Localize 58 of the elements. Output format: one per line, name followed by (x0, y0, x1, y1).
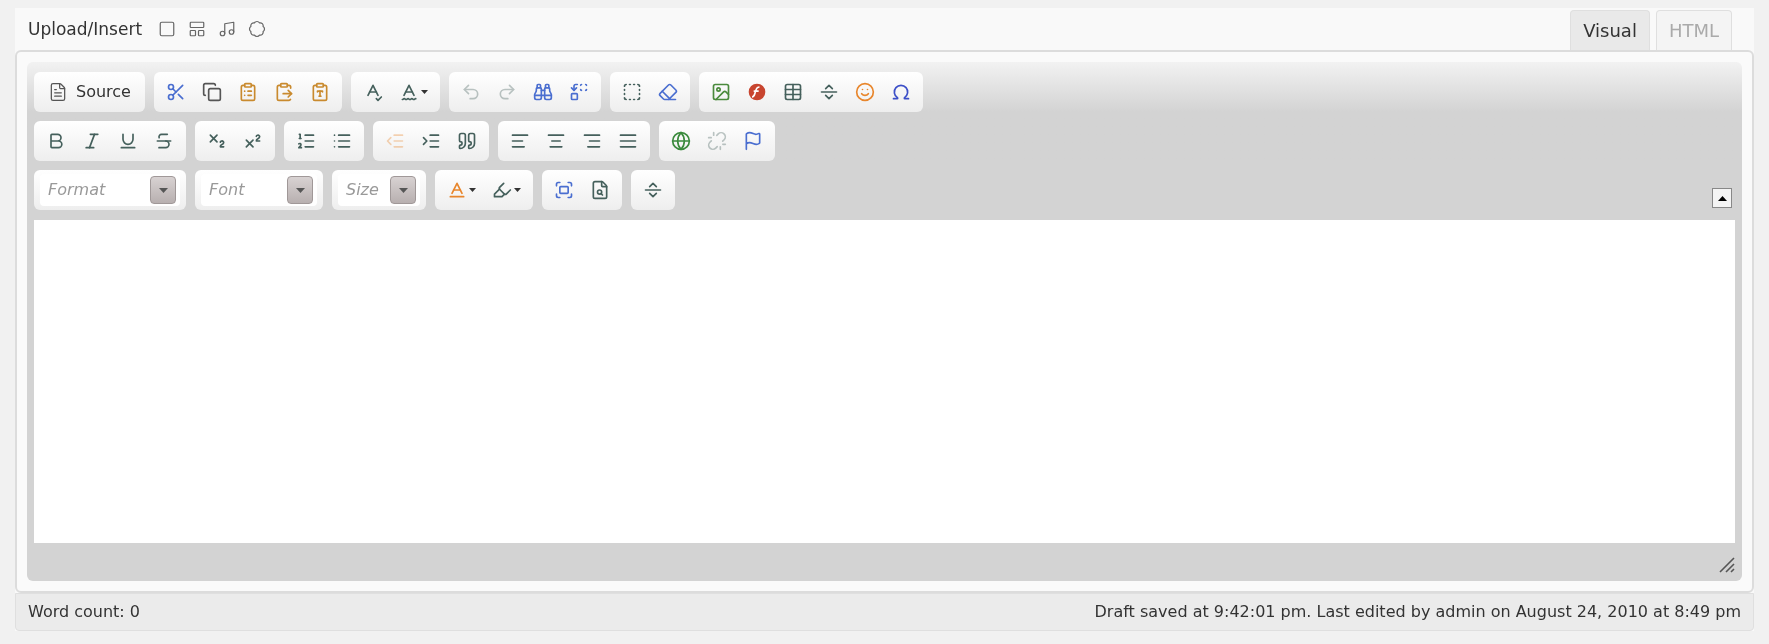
flash-icon (746, 82, 767, 102)
unlink-icon (707, 131, 727, 151)
binoculars-icon (532, 82, 553, 102)
text-color-icon (447, 180, 467, 200)
dropdown-placeholder: Format (48, 179, 106, 201)
collapse-button[interactable] (1712, 188, 1732, 208)
underline-icon (118, 131, 138, 151)
table-icon (782, 82, 803, 102)
replace-icon (568, 82, 589, 102)
subscript-icon (207, 131, 227, 151)
align-center-icon (546, 131, 566, 151)
scissors-icon (165, 82, 186, 102)
outdent-icon (385, 131, 405, 151)
editor-tab[interactable]: HTML (1655, 10, 1732, 50)
numbered-list-icon (296, 131, 316, 151)
source-button[interactable]: Source (40, 76, 139, 108)
editor-tab[interactable]: Visual (1570, 10, 1650, 50)
music-icon (218, 20, 237, 39)
copy-icon (201, 82, 222, 102)
caret-icon (420, 90, 428, 94)
eraser-icon (657, 82, 678, 102)
strikethrough-icon (154, 131, 174, 151)
align-left-icon (510, 131, 530, 151)
dropdown-field[interactable]: Size (338, 174, 420, 206)
draft-status: Draft saved at 9:42:01 pm. Last edited by admin on August 24, 2010 at 8:49 pm (1094, 601, 1741, 623)
align-right-icon (582, 131, 602, 151)
caret-icon (295, 187, 305, 193)
highlight-icon (492, 180, 512, 200)
dropdown-placeholder: Font (209, 179, 245, 201)
maximize-icon (554, 180, 574, 200)
caret-icon (1717, 195, 1727, 201)
omega-icon (890, 82, 911, 102)
media-button[interactable] (218, 20, 237, 39)
caret-icon (514, 188, 521, 192)
align-justify-icon (618, 131, 638, 151)
bullet-list-icon (332, 131, 352, 151)
upload-insert-label: Upload/Insert (28, 17, 143, 41)
dropdown-field[interactable]: Format (40, 174, 180, 206)
italic-icon (82, 131, 102, 151)
dropdown-placeholder: Size (346, 179, 379, 201)
indent-icon (421, 131, 441, 151)
superscript-icon (243, 131, 263, 151)
dropdown-field[interactable]: Font (201, 174, 317, 206)
quote-icon (457, 131, 477, 151)
preview-icon (590, 180, 610, 200)
flag-icon (743, 131, 763, 151)
smiley-icon (854, 82, 875, 102)
select-all-icon (621, 82, 642, 102)
horizontal-line-icon (818, 82, 839, 102)
resize-grip-icon[interactable] (1717, 555, 1735, 573)
caret-icon (469, 188, 476, 192)
caret-icon (398, 187, 408, 193)
globe-icon (671, 131, 691, 151)
undo-icon (460, 82, 481, 102)
caret-icon (158, 187, 168, 193)
document-icon (48, 82, 68, 102)
word-count: Word count: 0 (28, 601, 140, 623)
page-break-icon (643, 180, 663, 200)
